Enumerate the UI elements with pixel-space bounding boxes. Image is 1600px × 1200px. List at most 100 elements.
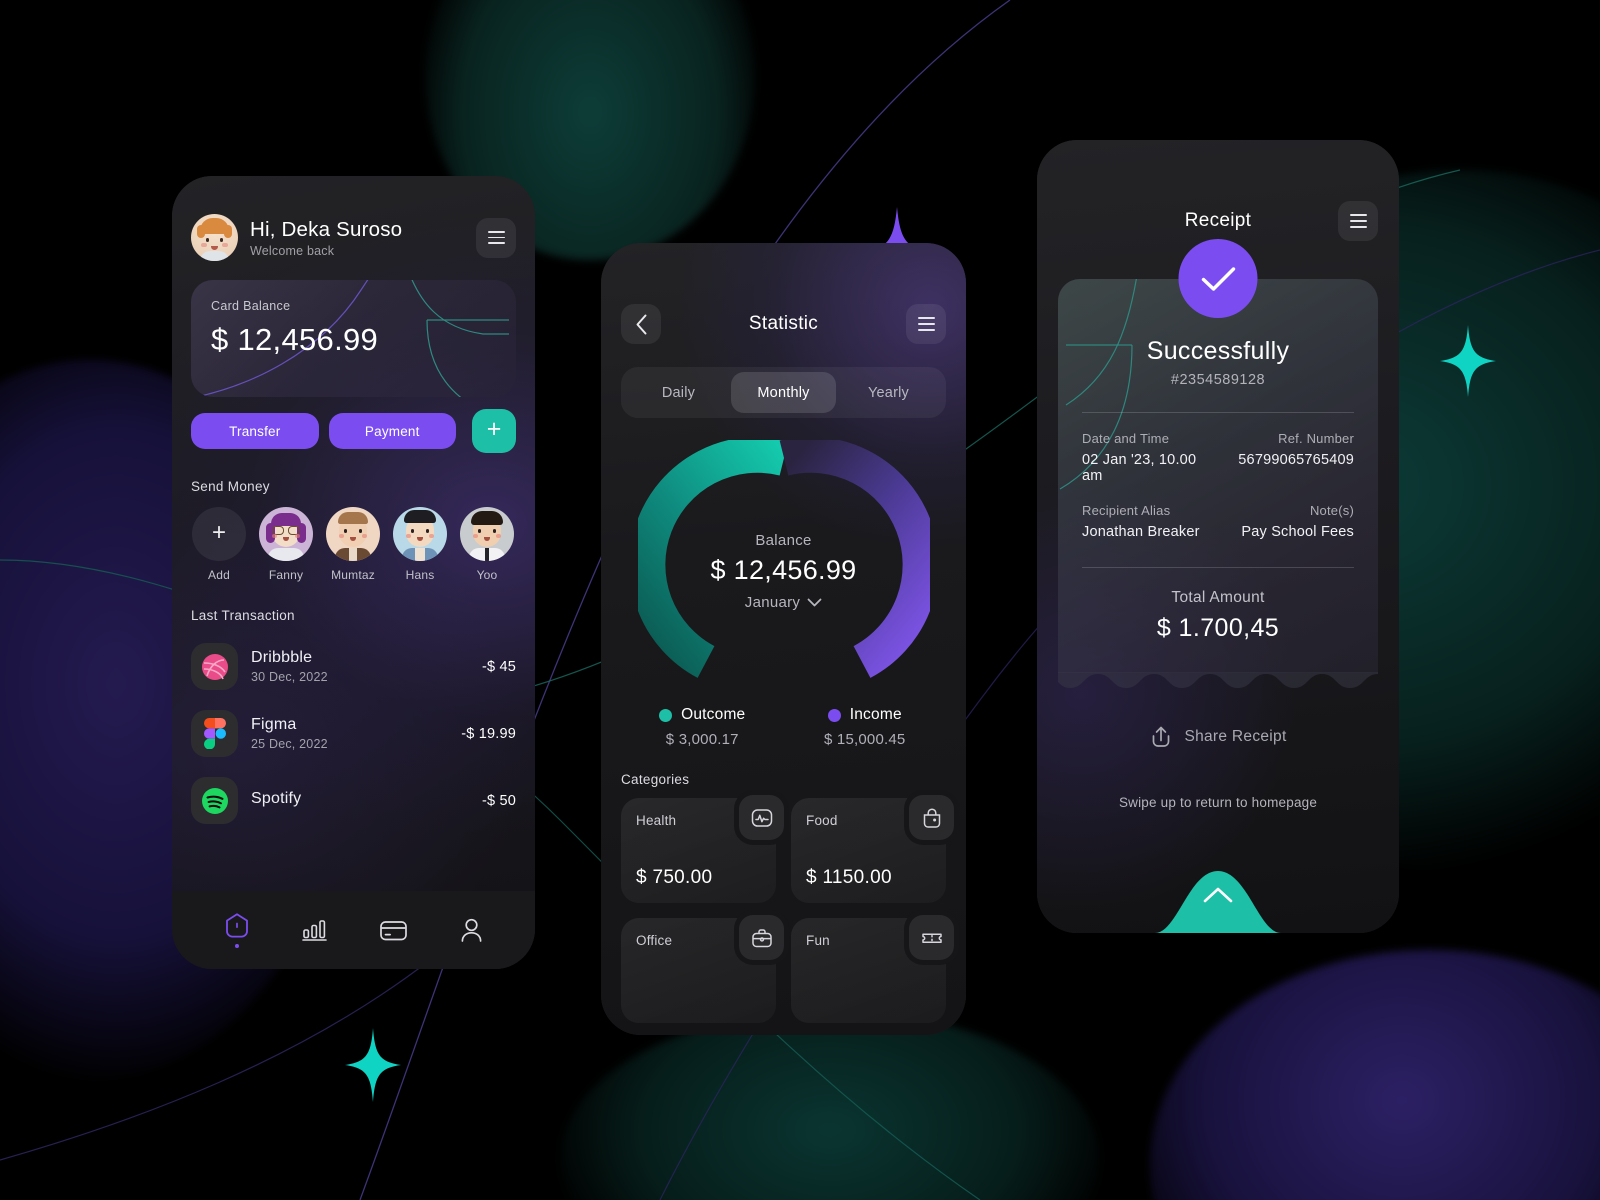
field-value: Jonathan Breaker bbox=[1082, 524, 1200, 540]
sparkle-teal-right-icon bbox=[1440, 325, 1496, 397]
statistic-header: Statistic bbox=[621, 243, 946, 344]
category-label: Health bbox=[636, 813, 677, 828]
check-icon bbox=[1201, 266, 1235, 291]
person-label: Mumtaz bbox=[331, 568, 375, 582]
tab-cards[interactable] bbox=[379, 918, 408, 943]
share-upload-icon bbox=[1153, 726, 1170, 747]
category-office[interactable]: Office bbox=[621, 915, 784, 1023]
transaction-amount: -$ 50 bbox=[481, 792, 516, 809]
category-label: Food bbox=[806, 813, 838, 828]
person-label: Hans bbox=[405, 568, 435, 582]
back-button[interactable] bbox=[621, 304, 661, 344]
share-receipt-button[interactable]: Share Receipt bbox=[1058, 724, 1378, 749]
person-yoo[interactable]: Yoo bbox=[459, 507, 515, 582]
home-icon bbox=[225, 913, 248, 938]
add-person-icon: + bbox=[192, 507, 246, 561]
chevron-left-icon bbox=[636, 314, 646, 334]
receipt-fields-row-1: Date and Time 02 Jan '23, 10.00 am Ref. … bbox=[1082, 431, 1354, 484]
table-row[interactable]: Dribbble 30 Dec, 2022 -$ 45 bbox=[191, 633, 516, 700]
categories-title: Categories bbox=[621, 772, 690, 787]
pulse-monitor-icon bbox=[739, 795, 784, 840]
card-balance-label: Card Balance bbox=[211, 299, 291, 313]
person-add[interactable]: + Add bbox=[191, 507, 247, 582]
total-amount-value: $ 1.700,45 bbox=[1156, 614, 1280, 642]
swipe-up-handle[interactable] bbox=[1037, 853, 1399, 933]
spotify-icon bbox=[191, 777, 238, 824]
avatar bbox=[259, 507, 313, 561]
category-food[interactable]: Food $ 1150.00 bbox=[791, 795, 954, 903]
profile-icon bbox=[461, 918, 481, 942]
person-label: Add bbox=[208, 568, 230, 582]
tab-profile[interactable] bbox=[459, 917, 484, 943]
table-row[interactable]: Spotify -$ 50 bbox=[191, 767, 516, 834]
field-date-and-time: Date and Time 02 Jan '23, 10.00 am bbox=[1082, 431, 1218, 484]
gauge-amount: $ 12,456.99 bbox=[710, 555, 857, 585]
category-health[interactable]: Health $ 750.00 bbox=[621, 795, 784, 903]
transfer-button[interactable]: Transfer bbox=[191, 413, 319, 449]
total-amount-label: Total Amount bbox=[1171, 589, 1265, 606]
last-transaction-title: Last Transaction bbox=[191, 608, 295, 623]
category-fun[interactable]: Fun bbox=[791, 915, 954, 1023]
transaction-amount: -$ 45 bbox=[481, 658, 516, 675]
add-action-button[interactable]: + bbox=[472, 409, 516, 453]
tab-daily[interactable]: Daily bbox=[626, 372, 731, 413]
figma-icon bbox=[191, 710, 238, 757]
card-balance-amount: $ 12,456.99 bbox=[211, 322, 379, 357]
legend-dot-income bbox=[827, 708, 841, 722]
phone-receipt-screen: Receipt Successfully #2354589128 Date an… bbox=[1037, 140, 1399, 933]
legend-income: Income $ 15,000.45 bbox=[784, 706, 947, 748]
person-fanny[interactable]: Fanny bbox=[258, 507, 314, 582]
legend-value-outcome: $ 3,000.17 bbox=[665, 731, 739, 748]
field-value: 56799065765409 bbox=[1238, 452, 1354, 468]
transaction-date: 25 Dec, 2022 bbox=[251, 737, 328, 751]
sparkle-teal-bottom-icon bbox=[345, 1028, 401, 1102]
receipt-scalloped-edge bbox=[1058, 672, 1378, 688]
hamburger-menu-icon[interactable] bbox=[906, 304, 946, 344]
active-tab-dot bbox=[234, 944, 239, 948]
hamburger-menu-icon[interactable] bbox=[476, 217, 516, 258]
legend-label-outcome: Outcome bbox=[681, 706, 746, 723]
table-row[interactable]: Figma 25 Dec, 2022 -$ 19.99 bbox=[191, 700, 516, 767]
category-label: Office bbox=[636, 933, 673, 948]
bottom-tab-bar bbox=[172, 891, 535, 969]
payment-button[interactable]: Payment bbox=[328, 413, 456, 449]
legend-label-income: Income bbox=[849, 706, 902, 723]
legend-value-income: $ 15,000.45 bbox=[824, 731, 906, 748]
plus-icon: + bbox=[486, 415, 502, 443]
tab-monthly[interactable]: Monthly bbox=[731, 372, 836, 413]
transaction-date: 30 Dec, 2022 bbox=[251, 670, 328, 684]
bag-icon bbox=[909, 795, 954, 840]
avatar bbox=[326, 507, 380, 561]
home-action-row: Transfer Payment + bbox=[191, 409, 516, 453]
tab-statistics[interactable] bbox=[301, 917, 328, 943]
category-value: $ 1150.00 bbox=[806, 867, 892, 888]
tab-home[interactable] bbox=[224, 912, 250, 948]
hamburger-menu-icon[interactable] bbox=[1338, 201, 1378, 241]
phone-statistic-screen: Statistic Daily Monthly Yearly Balance $… bbox=[601, 243, 966, 1035]
person-label: Yoo bbox=[476, 568, 498, 582]
receipt-card: Successfully #2354589128 Date and Time 0… bbox=[1058, 279, 1378, 673]
card-icon bbox=[379, 920, 407, 940]
categories-grid: Health $ 750.00 Food $ 1150.00 Office Fu… bbox=[621, 795, 954, 1023]
briefcase-icon bbox=[739, 915, 784, 960]
avatar bbox=[393, 507, 447, 561]
greeting-subtitle: Welcome back bbox=[250, 243, 335, 258]
balance-gauge-chart: Balance $ 12,456.99 January bbox=[628, 436, 939, 700]
month-selector[interactable]: January bbox=[638, 594, 930, 611]
gauge-center-text: Balance $ 12,456.99 January bbox=[638, 532, 930, 611]
chevron-down-icon bbox=[807, 598, 822, 607]
person-mumtaz[interactable]: Mumtaz bbox=[325, 507, 381, 582]
user-avatar[interactable] bbox=[191, 214, 238, 261]
status-text: Successfully bbox=[1146, 337, 1290, 365]
legend-outcome: Outcome $ 3,000.17 bbox=[621, 706, 784, 748]
share-receipt-label: Share Receipt bbox=[1184, 727, 1287, 745]
reference-id: #2354589128 bbox=[1170, 372, 1266, 388]
field-key: Note(s) bbox=[1309, 503, 1354, 518]
person-hans[interactable]: Hans bbox=[392, 507, 448, 582]
field-key: Date and Time bbox=[1082, 431, 1170, 446]
divider-top bbox=[1082, 412, 1354, 413]
tab-yearly[interactable]: Yearly bbox=[836, 372, 941, 413]
receipt-fields-row-2: Recipient Alias Jonathan Breaker Note(s)… bbox=[1082, 503, 1354, 540]
send-money-title: Send Money bbox=[191, 479, 270, 494]
field-value: Pay School Fees bbox=[1241, 524, 1354, 540]
